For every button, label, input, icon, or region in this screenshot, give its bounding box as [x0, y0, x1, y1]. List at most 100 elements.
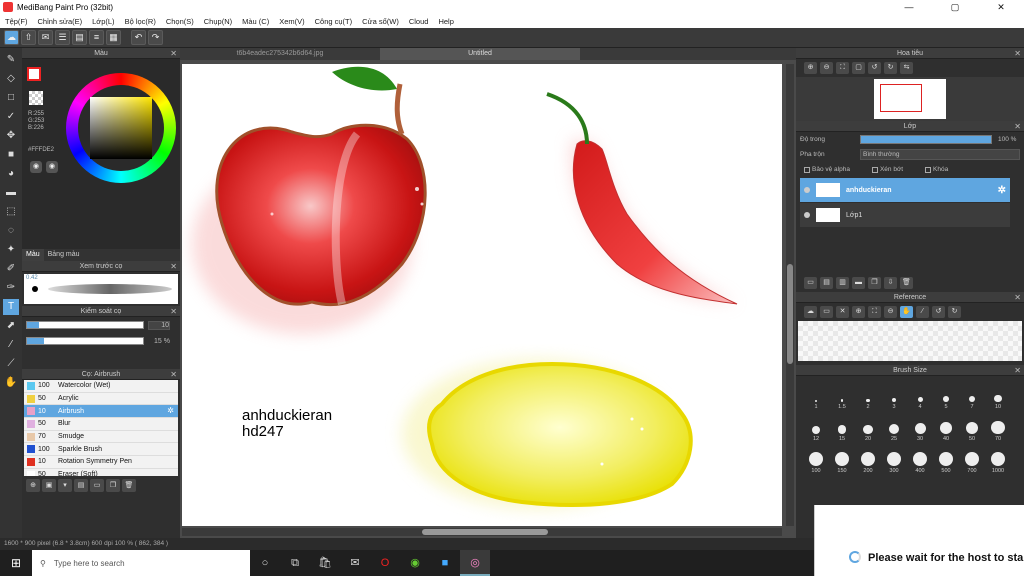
reference-view[interactable] [798, 321, 1022, 361]
brush-list-item[interactable]: 10 Airbrush ✲ [24, 405, 178, 419]
browser-icon[interactable]: ◉ [400, 550, 430, 576]
duplicate-icon[interactable]: ❐ [106, 479, 120, 492]
brush-size-preset[interactable]: 1 [804, 380, 828, 410]
close-icon[interactable]: ✕ [1014, 365, 1021, 376]
lasso-tool-icon[interactable]: ◌ [3, 223, 19, 239]
rotate-right-icon[interactable]: ↻ [884, 62, 897, 74]
tab-document-untitled[interactable]: Untitled [380, 48, 580, 60]
brush-size-preset[interactable]: 10 [986, 380, 1010, 410]
brush-size-preset[interactable]: 300 [882, 444, 906, 474]
menu-edit[interactable]: Chỉnh sửa(E) [33, 17, 88, 26]
menu-tools[interactable]: Công cụ(T) [310, 17, 358, 26]
brush-size-preset[interactable]: 40 [934, 412, 958, 442]
brush-size-preset[interactable]: 12 [804, 412, 828, 442]
fill-shape-tool-icon[interactable]: ■ [3, 147, 19, 163]
zoom-out-icon[interactable]: ⊖ [820, 62, 833, 74]
divide-tool-icon[interactable]: ⟋ [3, 356, 19, 372]
operation-tool-icon[interactable]: ⬈ [3, 318, 19, 334]
panel-icon[interactable]: ▤ [72, 30, 87, 45]
eye-icon[interactable] [804, 212, 810, 218]
add-brush-icon[interactable]: ⊕ [26, 479, 40, 492]
close-icon[interactable]: ✕ [836, 306, 849, 318]
zoom-app-icon[interactable]: ■ [430, 550, 460, 576]
cloud-icon[interactable]: ☁ [4, 30, 19, 45]
windows-start-icon[interactable]: ⊞ [0, 550, 32, 576]
transparent-color-swatch[interactable] [29, 91, 43, 105]
taskbar-search[interactable]: ⚲ Type here to search [32, 550, 250, 576]
brush-size-preset[interactable]: 3 [882, 380, 906, 410]
zoom-in-icon[interactable]: ⊕ [804, 62, 817, 74]
chat-icon[interactable]: ☰ [55, 30, 70, 45]
open-folder-icon[interactable]: ▭ [820, 306, 833, 318]
flip-icon[interactable]: ⇆ [900, 62, 913, 74]
menu-snap[interactable]: Chụp(N) [199, 17, 237, 26]
dot-tool-icon[interactable]: ✓ [3, 109, 19, 125]
palette-icon[interactable]: ◉ [30, 161, 42, 173]
close-icon[interactable]: ✕ [170, 261, 177, 272]
menu-window[interactable]: Cửa sổ(W) [357, 17, 404, 26]
folder-icon[interactable]: ▬ [852, 277, 865, 289]
maximize-button[interactable]: ▢ [932, 0, 978, 14]
medibang-app-icon[interactable]: ◎ [460, 550, 490, 576]
bucket-tool-icon[interactable]: ◕ [3, 166, 19, 182]
brush-size-value[interactable]: 10 [148, 320, 170, 330]
brush-size-preset[interactable]: 700 [960, 444, 984, 474]
select-eraser-tool-icon[interactable]: ✑ [3, 280, 19, 296]
tab-document-jpg[interactable]: t6b4eadec275342b6d64.jpg [180, 48, 380, 60]
foreground-color-swatch[interactable] [27, 67, 41, 81]
minimize-button[interactable]: — [886, 0, 932, 14]
brush-list-item[interactable]: 50 Eraser (Soft) [24, 469, 178, 476]
fit-icon[interactable]: ⛶ [836, 62, 849, 74]
redo-icon[interactable]: ↷ [148, 30, 163, 45]
gear-icon[interactable]: ✲ [998, 185, 1006, 196]
eyedropper-icon[interactable]: ⁄ [916, 306, 929, 318]
horizontal-scrollbar[interactable] [182, 528, 782, 536]
add-bitmap-brush-icon[interactable]: ▣ [42, 479, 56, 492]
rotate-left-icon[interactable]: ↺ [932, 306, 945, 318]
undo-icon[interactable]: ↶ [131, 30, 146, 45]
close-button[interactable]: ✕ [978, 0, 1024, 14]
close-icon[interactable]: ✕ [1014, 121, 1021, 132]
duplicate-layer-icon[interactable]: ❐ [868, 277, 881, 289]
store-icon[interactable]: 🛍 [310, 550, 340, 576]
protect-alpha-checkbox[interactable]: Bảo vệ alpha [804, 166, 850, 173]
mail-icon[interactable]: ✉ [340, 550, 370, 576]
eraser-tool-icon[interactable]: ◇ [3, 71, 19, 87]
zoom-out-icon[interactable]: ⊖ [884, 306, 897, 318]
clipping-checkbox[interactable]: Xén bớt [871, 166, 903, 173]
brush-size-preset[interactable]: 20 [856, 412, 880, 442]
list-icon[interactable]: ≡ [89, 30, 104, 45]
new-8bit-layer-icon[interactable]: ▥ [836, 277, 849, 289]
blend-mode-select[interactable]: Bình thường [860, 149, 1020, 160]
move-tool-icon[interactable]: ✥ [3, 128, 19, 144]
new-layer-icon[interactable]: ▭ [804, 277, 817, 289]
brush-size-preset[interactable]: 70 [986, 412, 1010, 442]
brush-menu-icon[interactable]: ▾ [58, 479, 72, 492]
grid-icon[interactable]: ▦ [106, 30, 121, 45]
cortana-icon[interactable]: ○ [250, 550, 280, 576]
gradient-tool-icon[interactable]: ▬ [3, 185, 19, 201]
lock-checkbox[interactable]: Khóa [925, 166, 948, 173]
navigator-thumbnail[interactable] [796, 77, 1024, 121]
brush-size-preset[interactable]: 15 [830, 412, 854, 442]
brush-size-preset[interactable]: 25 [882, 412, 906, 442]
vertical-scrollbar[interactable] [786, 64, 794, 526]
opera-icon[interactable]: O [370, 550, 400, 576]
rotate-right-icon[interactable]: ↻ [948, 306, 961, 318]
menu-cloud[interactable]: Cloud [404, 17, 434, 26]
close-icon[interactable]: ✕ [170, 48, 177, 59]
menu-help[interactable]: Help [433, 17, 458, 26]
close-icon[interactable]: ✕ [170, 306, 177, 317]
folder-icon[interactable]: ▭ [90, 479, 104, 492]
brush-list-item[interactable]: 70 Smudge [24, 431, 178, 444]
eyedropper-tool-icon[interactable]: ⁄ [3, 337, 19, 353]
menu-color[interactable]: Màu (C) [237, 17, 274, 26]
magic-wand-tool-icon[interactable]: ✦ [3, 242, 19, 258]
hand-tool-icon[interactable]: ✋ [3, 375, 19, 391]
brush-size-preset[interactable]: 1000 [986, 444, 1010, 474]
select-tool-icon[interactable]: ⬚ [3, 204, 19, 220]
brush-size-preset[interactable]: 2 [856, 380, 880, 410]
menu-file[interactable]: Tệp(F) [0, 17, 33, 26]
brush-size-preset[interactable]: 100 [804, 444, 828, 474]
brush-size-slider[interactable] [26, 321, 144, 329]
